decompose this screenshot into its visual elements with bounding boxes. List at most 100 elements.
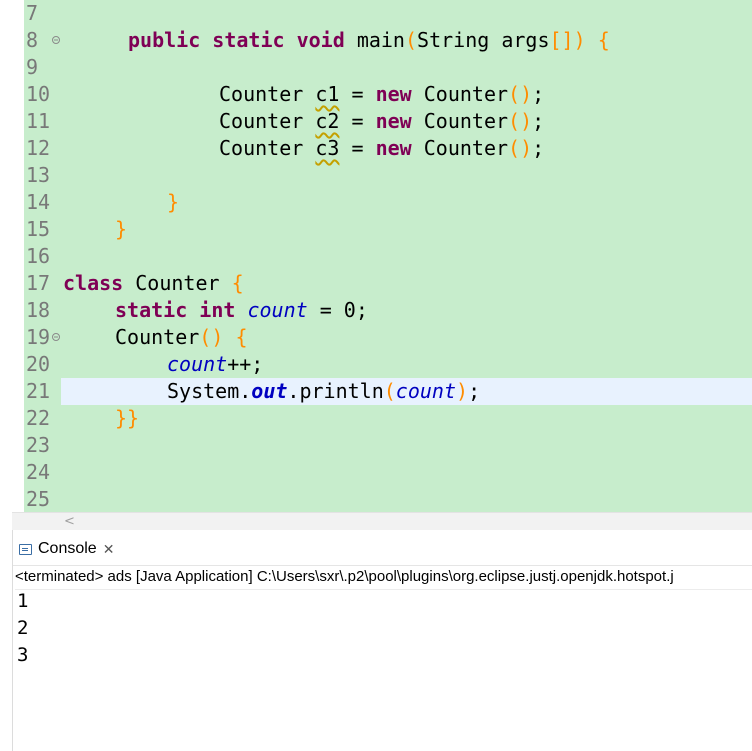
field-name: count (247, 298, 308, 322)
close-icon[interactable]: ✕ (103, 541, 115, 558)
type-name: Counter (219, 82, 304, 106)
output-line: 2 (17, 617, 29, 639)
line-number: 23 (26, 433, 51, 457)
operator: = (351, 109, 364, 133)
keyword: new (375, 136, 412, 160)
bracket: } (167, 190, 180, 214)
output-line: 1 (17, 590, 29, 612)
initializer: = 0; (307, 298, 368, 322)
fold-toggle-icon[interactable] (52, 333, 61, 360)
class-name: Counter (135, 271, 220, 295)
code-line-class-decl: class Counter { (63, 270, 244, 297)
param-name: args (501, 28, 550, 52)
constructor-call: Counter (423, 109, 509, 133)
code-line-field-decl: static int count = 0; (115, 297, 368, 324)
code-line-println: System.out.println(count); (167, 378, 480, 405)
operator: = (351, 82, 364, 106)
code-editor[interactable]: 7 8 9 10 11 12 13 14 15 16 17 18 19 20 2… (0, 0, 752, 512)
line-number: 25 (26, 487, 51, 511)
console-icon (19, 543, 32, 555)
bracket: ( (404, 28, 418, 52)
line-number: 10 (26, 82, 51, 106)
constructor-call: Counter (423, 82, 509, 106)
horizontal-scrollbar[interactable]: < (12, 512, 752, 530)
code-line-ctor-decl: Counter() { (115, 324, 247, 351)
bracket: [] (549, 28, 574, 52)
bracket: () (199, 325, 224, 349)
operator: ++; (227, 352, 264, 376)
field-name: count (167, 352, 228, 376)
field-name: out (251, 379, 288, 403)
semicolon: ; (468, 379, 481, 403)
fold-toggle-icon[interactable] (52, 36, 61, 63)
annotation-ruler[interactable] (12, 0, 36, 512)
bracket: () (508, 82, 533, 106)
console-view[interactable]: Console ✕ <terminated> ads [Java Applica… (12, 530, 752, 751)
type-name: Counter (219, 109, 304, 133)
field-name: count (395, 379, 457, 403)
variable-name: c3 (315, 136, 340, 160)
line-number: 22 (26, 406, 51, 430)
bracket: ) (456, 379, 469, 403)
bracket: } (115, 217, 128, 241)
line-number: 14 (26, 190, 51, 214)
code-line-new-counter: Counter c1 = new Counter(); (219, 81, 544, 108)
variable-name: c1 (315, 82, 340, 106)
editor-left-strip (0, 0, 12, 512)
keyword: public (128, 28, 201, 52)
method-name: main (356, 28, 405, 52)
semicolon: ; (532, 82, 545, 106)
line-number: 15 (26, 217, 51, 241)
keyword: int (199, 298, 236, 322)
bracket: { (231, 271, 244, 295)
type-name: Counter (219, 136, 304, 160)
semicolon: ; (532, 136, 545, 160)
line-number: 7 (26, 1, 39, 25)
console-output[interactable]: 1 2 3 (17, 588, 28, 669)
code-line-increment: count++; (167, 351, 263, 378)
line-number: 18 (26, 298, 51, 322)
line-number: 24 (26, 460, 51, 484)
keyword: void (296, 28, 345, 52)
line-number: 11 (26, 109, 51, 133)
code-line-close-brace: } (167, 189, 179, 216)
keyword: static (212, 28, 285, 52)
keyword: class (63, 271, 124, 295)
bracket: () (508, 109, 533, 133)
line-number: 17 (26, 271, 51, 295)
type-name: String (417, 28, 490, 52)
method-call: .println (287, 379, 384, 403)
console-status-line: <terminated> ads [Java Application] C:\U… (15, 565, 752, 590)
bracket: ) (573, 28, 586, 52)
bracket: { (235, 325, 248, 349)
tab-console-label: Console (38, 540, 97, 557)
code-line-main-signature: public static void main(String args[]) { (128, 27, 610, 54)
scroll-left-icon[interactable]: < (64, 513, 76, 530)
constructor-call: Counter (423, 136, 509, 160)
code-line-new-counter: Counter c3 = new Counter(); (219, 135, 544, 162)
bracket: ( (383, 379, 396, 403)
console-tab-bar: Console ✕ (13, 530, 752, 566)
semicolon: ; (532, 109, 545, 133)
keyword: new (375, 82, 412, 106)
operator: = (351, 136, 364, 160)
bracket: }} (115, 406, 140, 430)
line-number: 13 (26, 163, 51, 187)
line-number: 21 (26, 379, 51, 403)
bracket: { (597, 28, 610, 52)
variable-name: c2 (315, 109, 340, 133)
constructor-name: Counter (115, 325, 200, 349)
code-line-close-brace: }} (115, 405, 139, 432)
line-number: 16 (26, 244, 51, 268)
bracket: () (508, 136, 533, 160)
keyword: new (375, 109, 412, 133)
line-number: 12 (26, 136, 51, 160)
code-text-area[interactable]: public static void main(String args[]) {… (61, 0, 752, 512)
code-line-new-counter: Counter c2 = new Counter(); (219, 108, 544, 135)
line-number-gutter: 7 8 9 10 11 12 13 14 15 16 17 18 19 20 2… (24, 0, 61, 512)
class-name: System. (167, 379, 252, 403)
code-line-close-brace: } (115, 216, 127, 243)
output-line: 3 (17, 644, 29, 666)
tab-console[interactable]: Console ✕ (13, 534, 120, 564)
keyword: static (115, 298, 188, 322)
